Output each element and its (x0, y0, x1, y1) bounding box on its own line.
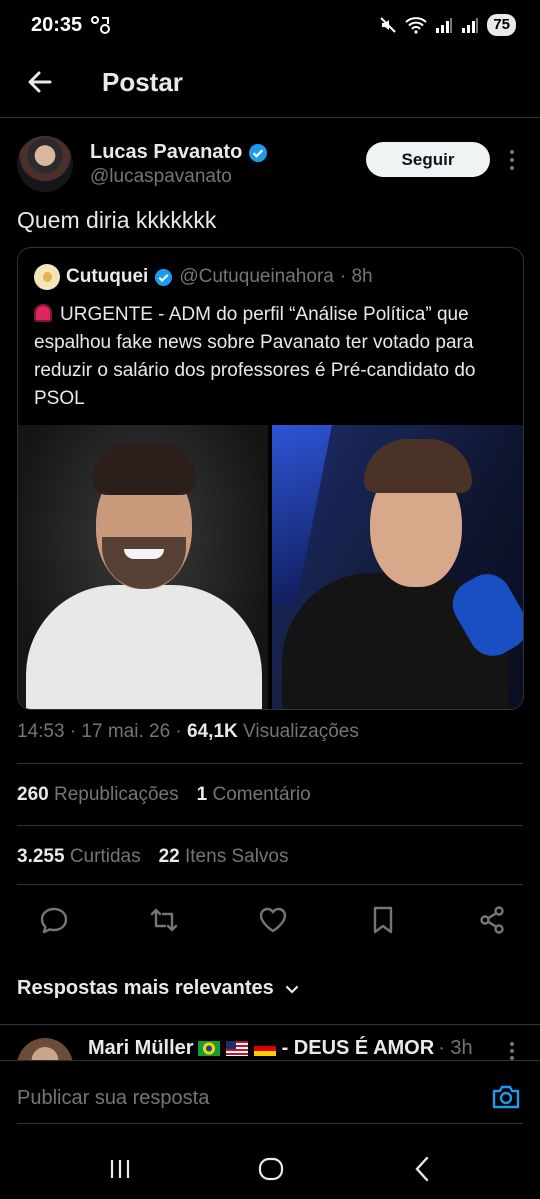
person-hair (92, 443, 196, 495)
system-nav-bar (0, 1136, 540, 1199)
divider (17, 884, 523, 885)
comments-stat[interactable]: 1 Comentário (197, 784, 311, 806)
recent-apps-icon[interactable] (105, 1154, 135, 1184)
repost-icon[interactable] (148, 904, 180, 936)
views-count: 64,1K (187, 721, 238, 742)
reposts-count: 260 (17, 784, 49, 805)
chevron-down-icon (285, 985, 298, 994)
replies-sort-label: Respostas mais relevantes (17, 977, 274, 999)
more-options-icon[interactable] (506, 148, 518, 172)
siren-emoji-icon (34, 304, 52, 322)
author-name[interactable]: Lucas Pavanato (90, 141, 242, 164)
status-time: 20:35 (31, 14, 83, 36)
verified-badge-icon (155, 268, 173, 286)
saved-label: Itens Salvos (185, 846, 289, 867)
saved-count: 22 (158, 846, 180, 867)
quoted-time: · 8h (339, 266, 373, 287)
camera-icon[interactable] (490, 1081, 522, 1113)
tweet-time: 14:53 (17, 721, 65, 742)
divider (17, 763, 523, 764)
saved-stat[interactable]: 22 Itens Salvos (159, 846, 289, 868)
comments-label: Comentário (212, 784, 311, 805)
mute-icon (380, 17, 397, 33)
likes-count: 3.255 (17, 846, 65, 867)
reply-author-name: Mari Müller (88, 1037, 194, 1059)
status-bar: 20:35 75 (0, 0, 540, 52)
divider (17, 1123, 523, 1124)
author-handle[interactable]: @lucaspavanato (90, 166, 232, 188)
brazil-flag-icon (197, 1041, 220, 1056)
author-name-row[interactable]: Lucas Pavanato (90, 141, 268, 164)
status-icons: 75 (379, 14, 516, 36)
likes-stat[interactable]: 3.255 Curtidas (17, 846, 141, 868)
action-bar (38, 904, 508, 938)
page-title: Postar (102, 67, 183, 97)
back-arrow-icon[interactable] (24, 66, 56, 98)
quoted-body: URGENTE - ADM do perfil “Análise Polític… (34, 304, 476, 409)
reply-icon[interactable] (38, 904, 70, 936)
tweet-meta: 14:53 · 17 mai. 26 · 64,1K Visualizações (17, 721, 359, 743)
home-icon[interactable] (256, 1154, 286, 1184)
likes-label: Curtidas (69, 846, 141, 867)
tweet-date: · 17 mai. 26 · (69, 721, 182, 742)
more-options-icon[interactable] (508, 1041, 516, 1060)
reply-item[interactable]: Mari Müller - DEUS É AMOR · 3h (0, 1024, 540, 1060)
back-icon[interactable] (408, 1154, 438, 1184)
stats-row-reposts: 260 Republicações 1 Comentário (17, 784, 311, 806)
bookmark-icon[interactable] (367, 904, 399, 936)
divider (17, 825, 523, 826)
author-avatar[interactable] (17, 136, 73, 192)
follow-button[interactable]: Seguir (366, 142, 490, 177)
reposts-stat[interactable]: 260 Republicações (17, 784, 179, 806)
reply-input[interactable]: Publicar sua resposta (17, 1087, 209, 1110)
reply-time: · 3h (438, 1037, 473, 1059)
wifi-icon (405, 17, 427, 34)
reply-composer: Publicar sua resposta (0, 1060, 540, 1126)
person-smile (124, 549, 164, 559)
person-shirt (26, 585, 262, 709)
quoted-avatar (34, 264, 60, 290)
reply-avatar[interactable] (17, 1038, 73, 1060)
quoted-text: URGENTE - ADM do perfil “Análise Polític… (34, 301, 509, 413)
reply-author-suffix: - DEUS É AMOR (281, 1037, 435, 1059)
quoted-author-handle: @Cutuqueinahora (179, 266, 334, 287)
reply-author[interactable]: Mari Müller - DEUS É AMOR · 3h (88, 1037, 473, 1060)
views-label[interactable]: Visualizações (243, 721, 359, 742)
signal-icon (436, 18, 453, 33)
person-beard (102, 537, 186, 589)
tweet-author: Lucas Pavanato @lucaspavanato Seguir (17, 136, 523, 194)
reposts-label: Republicações (53, 784, 179, 805)
quoted-tweet-header: Cutuquei @Cutuqueinahora · 8h (34, 264, 373, 290)
usa-flag-icon (225, 1041, 248, 1056)
stats-row-likes: 3.255 Curtidas 22 Itens Salvos (17, 846, 289, 868)
quoted-media[interactable] (18, 425, 523, 709)
share-icon[interactable] (476, 904, 508, 936)
person-hair (364, 439, 472, 493)
photo-left[interactable] (18, 425, 268, 709)
germany-flag-icon (253, 1041, 276, 1056)
top-bar: Postar (0, 52, 540, 118)
signal-icon-2 (462, 18, 479, 33)
replies-sort-dropdown[interactable]: Respostas mais relevantes (17, 977, 300, 1000)
battery-level: 75 (487, 14, 516, 36)
comments-count: 1 (196, 784, 208, 805)
tweet-text: Quem diria kkkkkkk (17, 207, 217, 233)
studio-light (272, 425, 332, 605)
quoted-tweet[interactable]: Cutuquei @Cutuqueinahora · 8h URGENTE - … (17, 247, 524, 710)
quoted-author-name: Cutuquei (66, 266, 149, 287)
verified-badge-icon (249, 143, 268, 162)
like-icon[interactable] (257, 904, 289, 936)
notification-icon (91, 16, 110, 34)
photo-right[interactable] (272, 425, 523, 709)
